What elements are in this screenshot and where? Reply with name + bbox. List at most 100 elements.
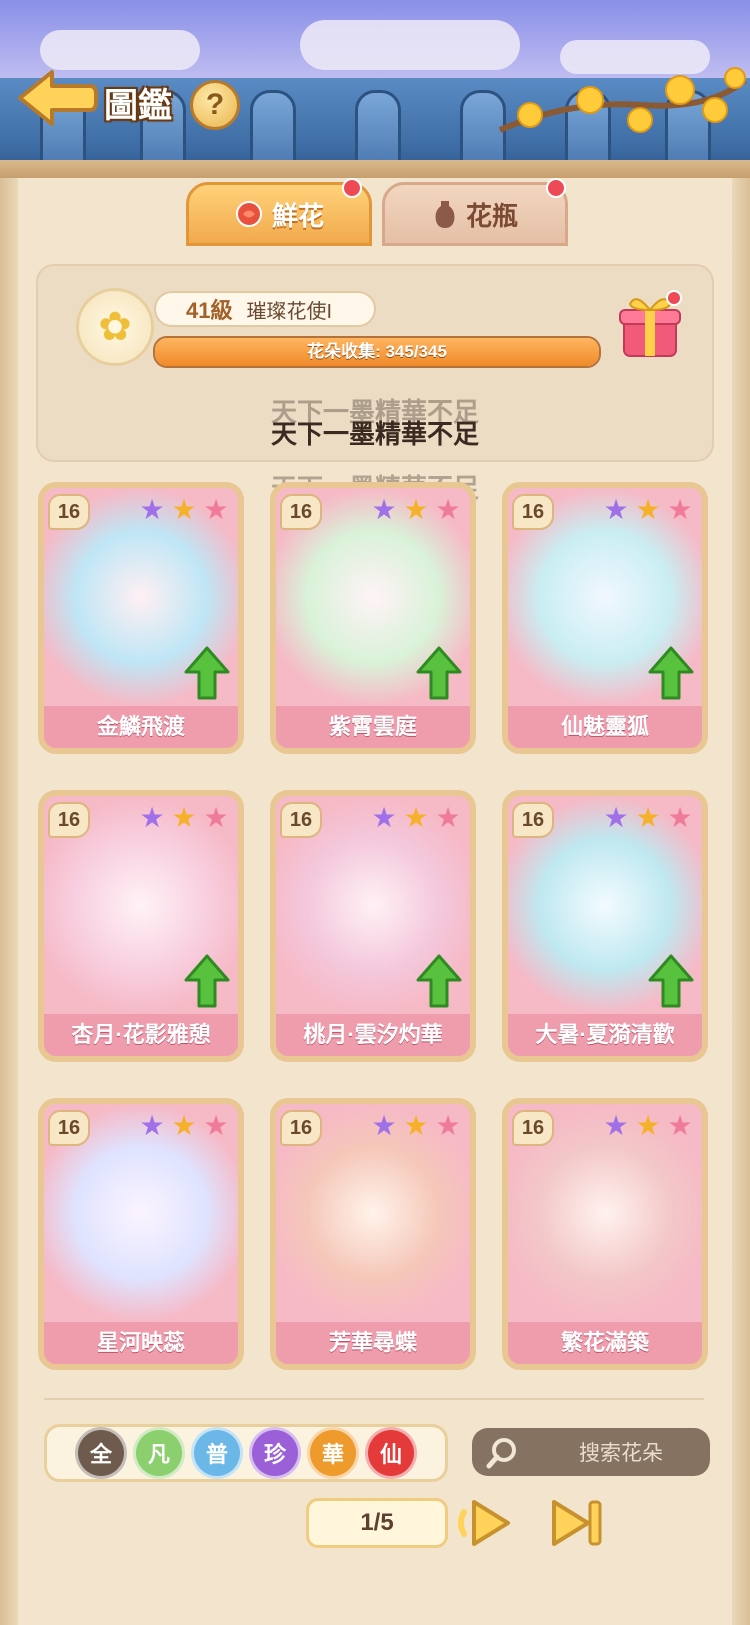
star-icon: ★ [603,1110,629,1141]
card-level-badge: 16 [48,1110,90,1146]
search-input[interactable]: 搜索花朵 [472,1428,710,1476]
upgrade-arrow-icon[interactable] [184,646,230,700]
card-name: 桃月·雲汐灼華 [276,1014,470,1056]
card-name: 杏月·花影雅憩 [44,1014,238,1056]
rarity-stars: ★ ★ ★ [602,496,694,524]
upgrade-arrow-icon[interactable] [648,646,694,700]
rarity-filter-button[interactable]: 凡 [133,1427,185,1479]
flower-card[interactable]: 16 ★ ★ ★ 星河映蕊 [38,1098,244,1370]
star-icon: ★ [667,494,693,525]
star-icon: ★ [203,1110,229,1141]
rose-icon [235,201,262,227]
tab-flowers-label: 鮮花 [271,200,324,231]
rarity-stars: ★ ★ ★ [370,496,462,524]
notification-dot [546,178,566,198]
card-level-badge: 16 [280,1110,322,1146]
level-badge: 41級 璀璨花使I [154,291,376,327]
star-icon: ★ [371,1110,397,1141]
plum-blossom-branch-icon [498,67,747,133]
flower-card[interactable]: 16 ★ ★ ★ 仙魅靈狐 [502,482,708,754]
cloud [300,20,520,70]
flower-card[interactable]: 16 ★ ★ ★ 大暑·夏漪清歡 [502,790,708,1062]
rarity-stars: ★ ★ ★ [138,1112,230,1140]
star-icon: ★ [403,1110,429,1141]
star-icon: ★ [603,494,629,525]
flower-card[interactable]: 16 ★ ★ ★ 紫霄雲庭 [270,482,476,754]
star-icon: ★ [139,494,165,525]
level-value: 41級 [186,298,233,323]
star-icon: ★ [171,802,197,833]
page-indicator: 1/5 [306,1498,448,1548]
rarity-stars: ★ ★ ★ [138,804,230,832]
card-name: 芳華尋蝶 [276,1322,470,1364]
upgrade-arrow-icon[interactable] [648,954,694,1008]
upgrade-arrow-icon[interactable] [416,954,462,1008]
rarity-filter-bar: 全凡普珍華仙 [44,1424,448,1482]
flower-card[interactable]: 16 ★ ★ ★ 桃月·雲汐灼華 [270,790,476,1062]
flower-card[interactable]: 16 ★ ★ ★ 金鱗飛渡 [38,482,244,754]
star-icon: ★ [635,1110,661,1141]
star-icon: ★ [203,802,229,833]
collection-progress-bar: 花朵收集: 345/345 [153,336,601,368]
star-icon: ★ [635,802,661,833]
star-icon: ★ [403,802,429,833]
flower-card[interactable]: 16 ★ ★ ★ 杏月·花影雅憩 [38,790,244,1062]
rarity-stars: ★ ★ ★ [602,804,694,832]
star-icon: ★ [371,494,397,525]
help-button[interactable]: ? [190,80,240,130]
rarity-filter-button[interactable]: 華 [307,1427,359,1479]
star-icon: ★ [203,494,229,525]
star-icon: ★ [371,802,397,833]
divider [44,1398,704,1400]
star-icon: ★ [667,1110,693,1141]
card-level-badge: 16 [48,494,90,530]
tab-vases[interactable]: 花瓶 [382,182,568,246]
notification-dot [342,178,362,198]
card-level-badge: 16 [512,802,554,838]
upgrade-arrow-icon[interactable] [416,646,462,700]
star-icon: ★ [139,1110,165,1141]
search-icon [486,1438,516,1469]
collection-progress-label: 花朵收集: 345/345 [307,342,447,361]
star-icon: ★ [435,1110,461,1141]
rarity-stars: ★ ★ ★ [370,1112,462,1140]
last-page-icon[interactable] [548,1496,606,1550]
rarity-filter-button[interactable]: 普 [191,1427,243,1479]
card-name: 星河映蕊 [44,1322,238,1364]
star-icon: ★ [667,802,693,833]
card-name: 金鱗飛渡 [44,706,238,748]
card-name: 大暑·夏漪清歡 [508,1014,702,1056]
card-level-badge: 16 [48,802,90,838]
rarity-stars: ★ ★ ★ [138,496,230,524]
tab-vases-label: 花瓶 [465,200,518,231]
card-name: 繁花滿築 [508,1322,702,1364]
roof-edge [0,160,750,178]
rarity-filter-button[interactable]: 珍 [249,1427,301,1479]
star-icon: ★ [171,494,197,525]
star-icon: ★ [403,494,429,525]
cloud [40,30,200,70]
rarity-stars: ★ ★ ★ [370,804,462,832]
page-title: 圖鑑 [104,87,172,125]
upgrade-arrow-icon[interactable] [184,954,230,1008]
next-page-icon[interactable] [456,1496,514,1550]
card-level-badge: 16 [512,1110,554,1146]
flower-card[interactable]: 16 ★ ★ ★ 芳華尋蝶 [270,1098,476,1370]
card-name: 仙魅靈狐 [508,706,702,748]
gift-box-icon[interactable] [618,290,682,360]
flower-card[interactable]: 16 ★ ★ ★ 繁花滿築 [502,1098,708,1370]
rarity-filter-button[interactable]: 仙 [365,1427,417,1479]
rarity-stars: ★ ★ ★ [602,1112,694,1140]
back-arrow-icon[interactable] [14,66,98,130]
level-title: 璀璨花使I [246,300,333,323]
star-icon: ★ [139,802,165,833]
star-icon: ★ [603,802,629,833]
card-name: 紫霄雲庭 [276,706,470,748]
card-level-badge: 16 [280,494,322,530]
card-level-badge: 16 [280,802,322,838]
flower-emblem-icon: ✿ [76,288,154,366]
card-level-badge: 16 [512,494,554,530]
star-icon: ★ [435,802,461,833]
star-icon: ★ [435,494,461,525]
rarity-filter-button[interactable]: 全 [75,1427,127,1479]
